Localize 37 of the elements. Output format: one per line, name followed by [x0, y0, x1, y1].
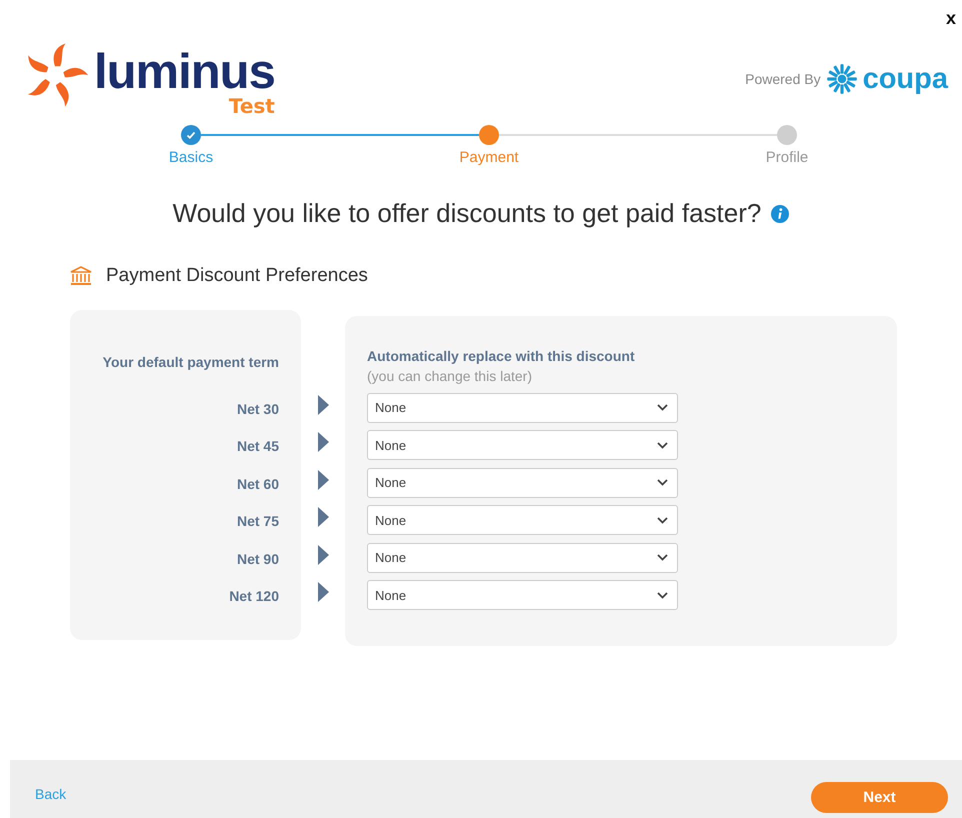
logo-tag: Test	[228, 96, 275, 116]
question-heading: Would you like to offer discounts to get paid faster?	[172, 198, 762, 229]
brand-name: coupa	[862, 64, 948, 94]
payment-term: Net 60	[236, 476, 279, 492]
snowflake-logo-icon	[824, 62, 859, 96]
discount-heading: Automatically replace with this discount	[367, 347, 636, 366]
chevron-down-icon	[657, 404, 668, 412]
chevron-down-icon	[657, 442, 668, 449]
terms-heading: Your default payment term	[102, 353, 279, 372]
payment-term: Net 45	[236, 438, 279, 454]
arrow-right-icon	[318, 544, 328, 565]
close-button[interactable]: x	[946, 8, 956, 29]
chevron-down-icon	[657, 516, 668, 524]
arrow-right-icon	[318, 394, 328, 415]
section-title: Payment Discount Preferences	[106, 265, 368, 287]
bank-icon	[70, 266, 92, 286]
arrow-right-icon	[318, 432, 328, 452]
payment-term: Net 75	[236, 513, 279, 530]
chevron-down-icon	[657, 479, 668, 486]
discount-dropdown[interactable]: None	[367, 580, 678, 610]
arrow-right-icon	[318, 470, 328, 490]
arrow-right-icon	[318, 507, 328, 528]
discount-note: (you can change this later)	[367, 367, 533, 386]
payment-term: Net 120	[229, 588, 279, 604]
discount-dropdown[interactable]: None	[367, 505, 678, 536]
arrow-right-icon	[318, 582, 328, 602]
discount-dropdown[interactable]: None	[367, 430, 678, 460]
payment-term: Net 90	[236, 550, 279, 567]
powered-by-label: Powered By	[745, 71, 821, 87]
discount-dropdown[interactable]: None	[367, 392, 678, 423]
payment-term: Net 30	[236, 400, 279, 417]
chevron-down-icon	[657, 554, 668, 562]
chevron-down-icon	[657, 592, 668, 599]
logo-name: luminus	[94, 48, 275, 96]
discount-dropdown[interactable]: None	[367, 468, 678, 498]
info-icon[interactable]	[771, 204, 790, 222]
discount-dropdown[interactable]: None	[367, 542, 678, 573]
